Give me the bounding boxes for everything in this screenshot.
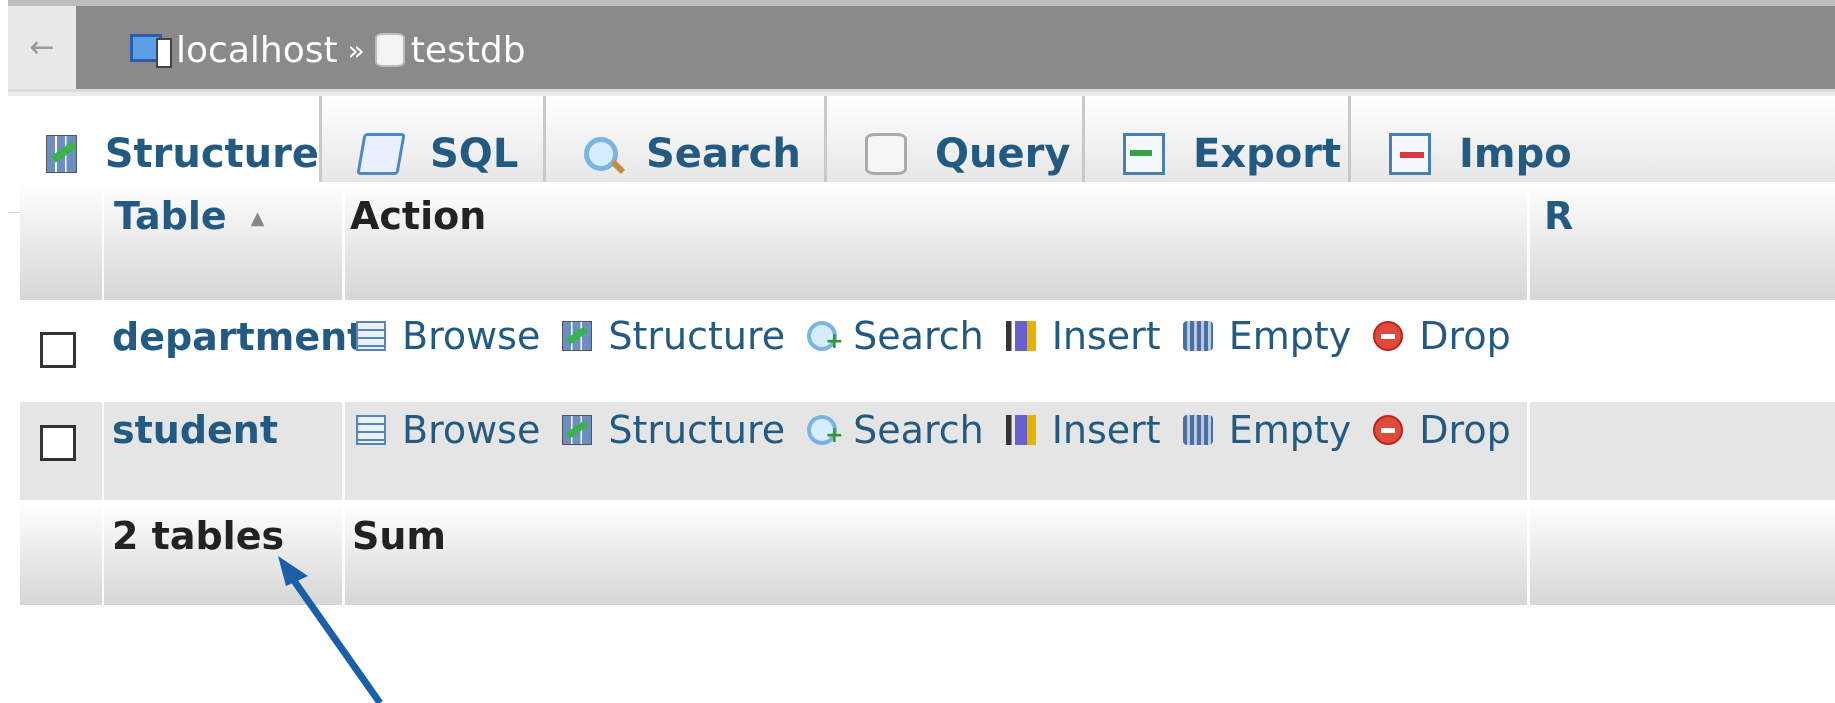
breadcrumb-database[interactable]: testdb <box>374 30 526 71</box>
insert-link[interactable]: Insert <box>1005 408 1161 452</box>
table-name-link[interactable]: department <box>112 315 365 359</box>
breadcrumb: localhost » testdb <box>128 28 526 72</box>
browse-icon <box>356 415 386 445</box>
empty-icon <box>1182 415 1213 445</box>
sql-icon <box>356 133 406 175</box>
back-button[interactable]: ← <box>8 6 76 89</box>
table-row: student Browse Structure Search Insert E… <box>20 402 1835 500</box>
drop-icon <box>1373 321 1404 351</box>
row-checkbox[interactable] <box>40 332 76 368</box>
breadcrumb-server[interactable]: localhost <box>128 30 338 71</box>
drop-icon <box>1373 415 1404 445</box>
browse-link[interactable]: Browse <box>356 314 540 358</box>
sort-by-table-link[interactable]: Table ▲ <box>114 194 265 238</box>
structure-icon <box>46 135 77 173</box>
breadcrumb-server-label[interactable]: localhost <box>176 30 338 71</box>
table-header-row: Table ▲ Action R <box>20 182 1835 300</box>
breadcrumb-database-label[interactable]: testdb <box>411 30 526 71</box>
search-link[interactable]: Search <box>807 314 984 358</box>
table-name-link[interactable]: student <box>112 408 278 452</box>
database-icon <box>374 33 405 67</box>
insert-link[interactable]: Insert <box>1005 314 1161 358</box>
browse-icon <box>356 321 386 351</box>
import-icon <box>1389 133 1431 175</box>
tab-sql-label: SQL <box>430 131 519 177</box>
tab-export-label: Export <box>1193 131 1342 177</box>
search-icon <box>807 415 844 448</box>
drop-link[interactable]: Drop <box>1373 314 1511 358</box>
sum-label: Sum <box>352 514 447 558</box>
tab-structure-label: Structure <box>104 131 319 177</box>
empty-link[interactable]: Empty <box>1182 408 1351 452</box>
structure-link[interactable]: Structure <box>562 408 785 452</box>
empty-link[interactable]: Empty <box>1182 314 1351 358</box>
breadcrumb-bar: ← localhost » testdb <box>8 0 1835 92</box>
rows-header[interactable]: R <box>1544 194 1573 238</box>
structure-icon <box>562 321 593 351</box>
insert-icon <box>1005 415 1036 445</box>
tab-query-label: Query <box>935 131 1071 177</box>
query-icon <box>865 133 907 175</box>
search-icon <box>807 321 844 354</box>
tab-import-label: Impo <box>1459 131 1572 177</box>
table-count: 2 tables <box>112 514 285 558</box>
server-icon <box>128 34 172 68</box>
structure-link[interactable]: Structure <box>562 314 785 358</box>
row-actions: Browse Structure Search Insert Empty Dro… <box>356 408 1533 452</box>
sort-ascending-icon: ▲ <box>250 208 265 229</box>
structure-icon <box>562 415 593 445</box>
search-link[interactable]: Search <box>807 408 984 452</box>
row-actions: Browse Structure Search Insert Empty Dro… <box>356 314 1533 358</box>
row-checkbox[interactable] <box>40 425 76 461</box>
search-icon <box>584 137 618 171</box>
empty-icon <box>1182 321 1213 351</box>
table-footer-row: 2 tables Sum <box>20 502 1835 605</box>
tab-search-label: Search <box>646 131 801 177</box>
action-header: Action <box>350 194 487 238</box>
export-icon <box>1123 133 1165 175</box>
breadcrumb-separator: » <box>347 33 365 67</box>
browse-link[interactable]: Browse <box>356 408 540 452</box>
insert-icon <box>1005 321 1036 351</box>
drop-link[interactable]: Drop <box>1373 408 1511 452</box>
table-row: department Browse Structure Search Inser… <box>20 302 1835 400</box>
